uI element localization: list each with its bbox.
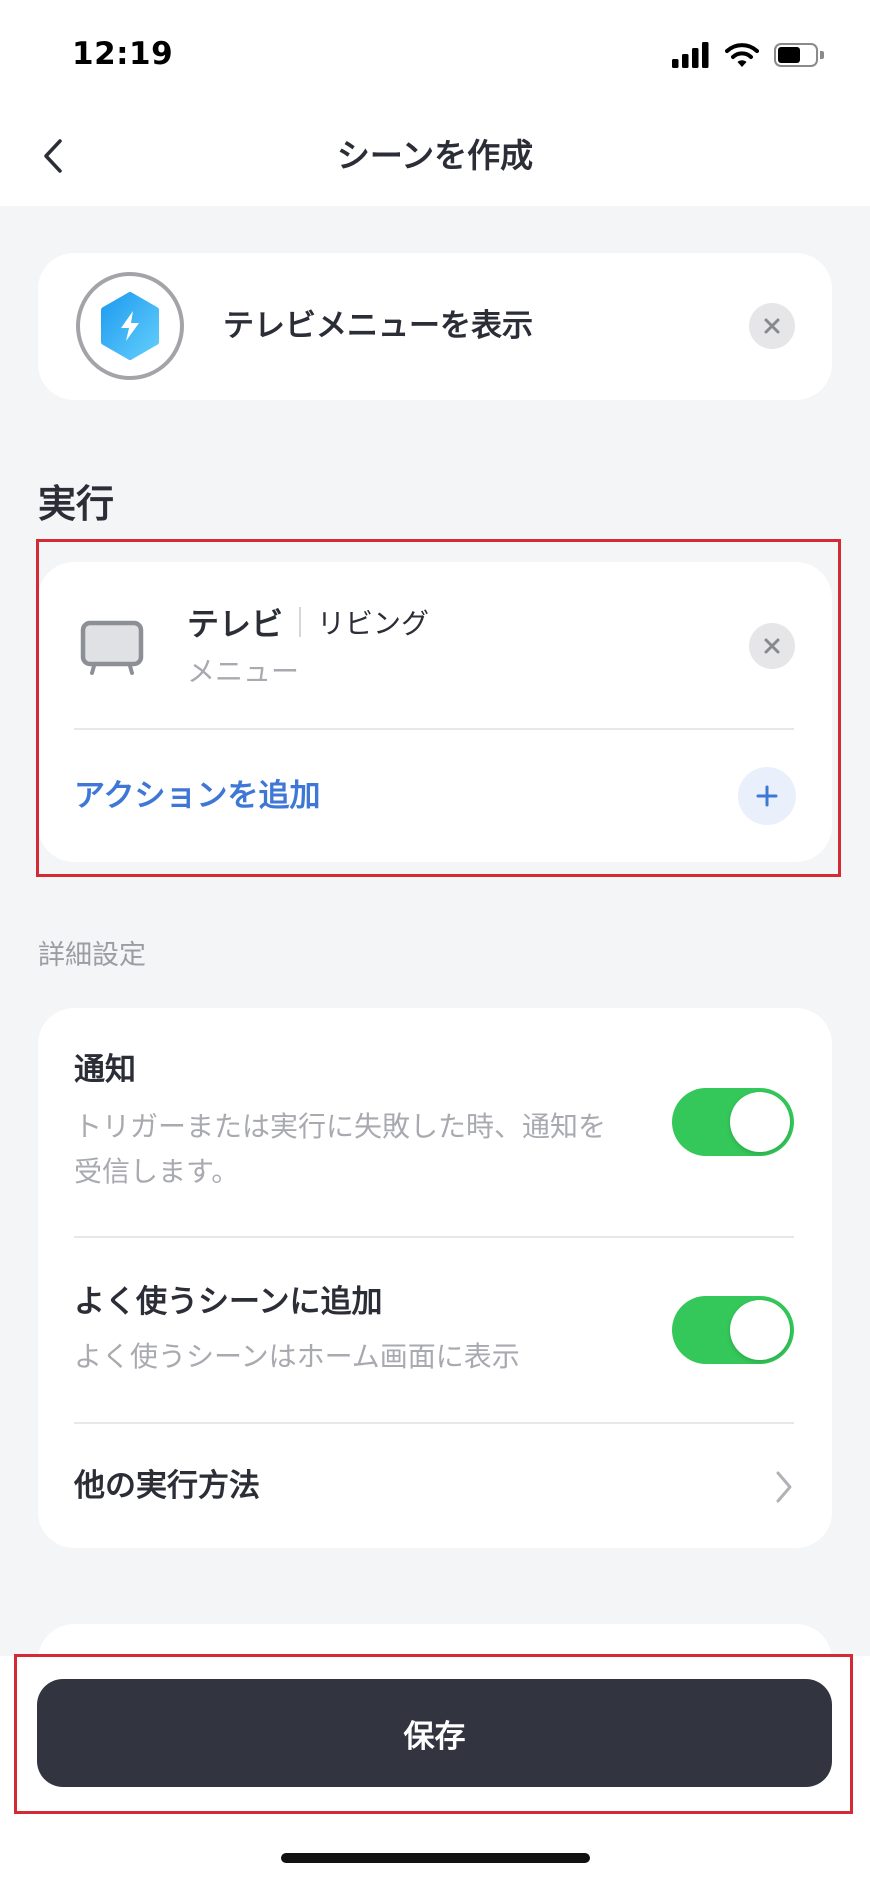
toggle-knob	[730, 1092, 790, 1152]
action-room-name: リビング	[317, 607, 430, 640]
remove-action-button[interactable]	[749, 623, 795, 669]
tv-icon	[80, 620, 144, 675]
top-bar: 12:19 シーンを作成	[0, 0, 870, 206]
plus-icon	[756, 785, 778, 807]
wifi-icon	[725, 43, 759, 67]
toggle-knob	[730, 1300, 790, 1360]
status-time: 12:19	[72, 36, 174, 72]
other-methods-label: 他の実行方法	[74, 1468, 260, 1504]
battery-icon	[774, 43, 828, 67]
notify-toggle[interactable]	[672, 1088, 794, 1156]
close-icon	[764, 318, 780, 334]
execution-card: テレビ リビング メニュー アクションを追加	[38, 562, 832, 862]
action-command[interactable]: メニュー	[187, 652, 299, 692]
page-title: シーンを作成	[336, 136, 534, 175]
chevron-right-icon	[776, 1471, 792, 1503]
clear-scene-name-button[interactable]	[749, 303, 795, 349]
scene-name[interactable]: テレビメニューを表示	[223, 301, 533, 351]
divider	[74, 1236, 794, 1238]
add-action-button[interactable]	[738, 767, 796, 825]
close-icon	[764, 638, 780, 654]
add-action-link[interactable]: アクションを追加	[74, 771, 320, 821]
action-device-row[interactable]: テレビ リビング	[187, 600, 429, 644]
other-methods-row[interactable]: 他の実行方法	[38, 1422, 832, 1548]
save-button[interactable]: 保存	[37, 1679, 832, 1787]
action-device-name: テレビ	[187, 605, 284, 643]
execution-heading: 実行	[38, 482, 115, 526]
scene-icon[interactable]	[75, 271, 185, 381]
advanced-settings-heading: 詳細設定	[38, 940, 146, 971]
advanced-settings-card: 通知 トリガーまたは実行に失敗した時、通知を受信します。 よく使うシーンに追加 …	[38, 1008, 832, 1548]
scene-name-card[interactable]: テレビメニューを表示	[38, 253, 832, 400]
favorite-toggle[interactable]	[672, 1296, 794, 1364]
notify-description: トリガーまたは実行に失敗した時、通知を受信します。	[74, 1110, 607, 1188]
home-indicator	[281, 1853, 590, 1863]
favorite-title: よく使うシーンに追加	[74, 1284, 383, 1320]
device-room-separator	[299, 607, 302, 637]
notify-title: 通知	[74, 1052, 136, 1088]
divider	[74, 728, 794, 730]
cellular-signal-icon	[672, 42, 709, 68]
favorite-description: よく使うシーンはホーム画面に表示	[74, 1340, 520, 1373]
